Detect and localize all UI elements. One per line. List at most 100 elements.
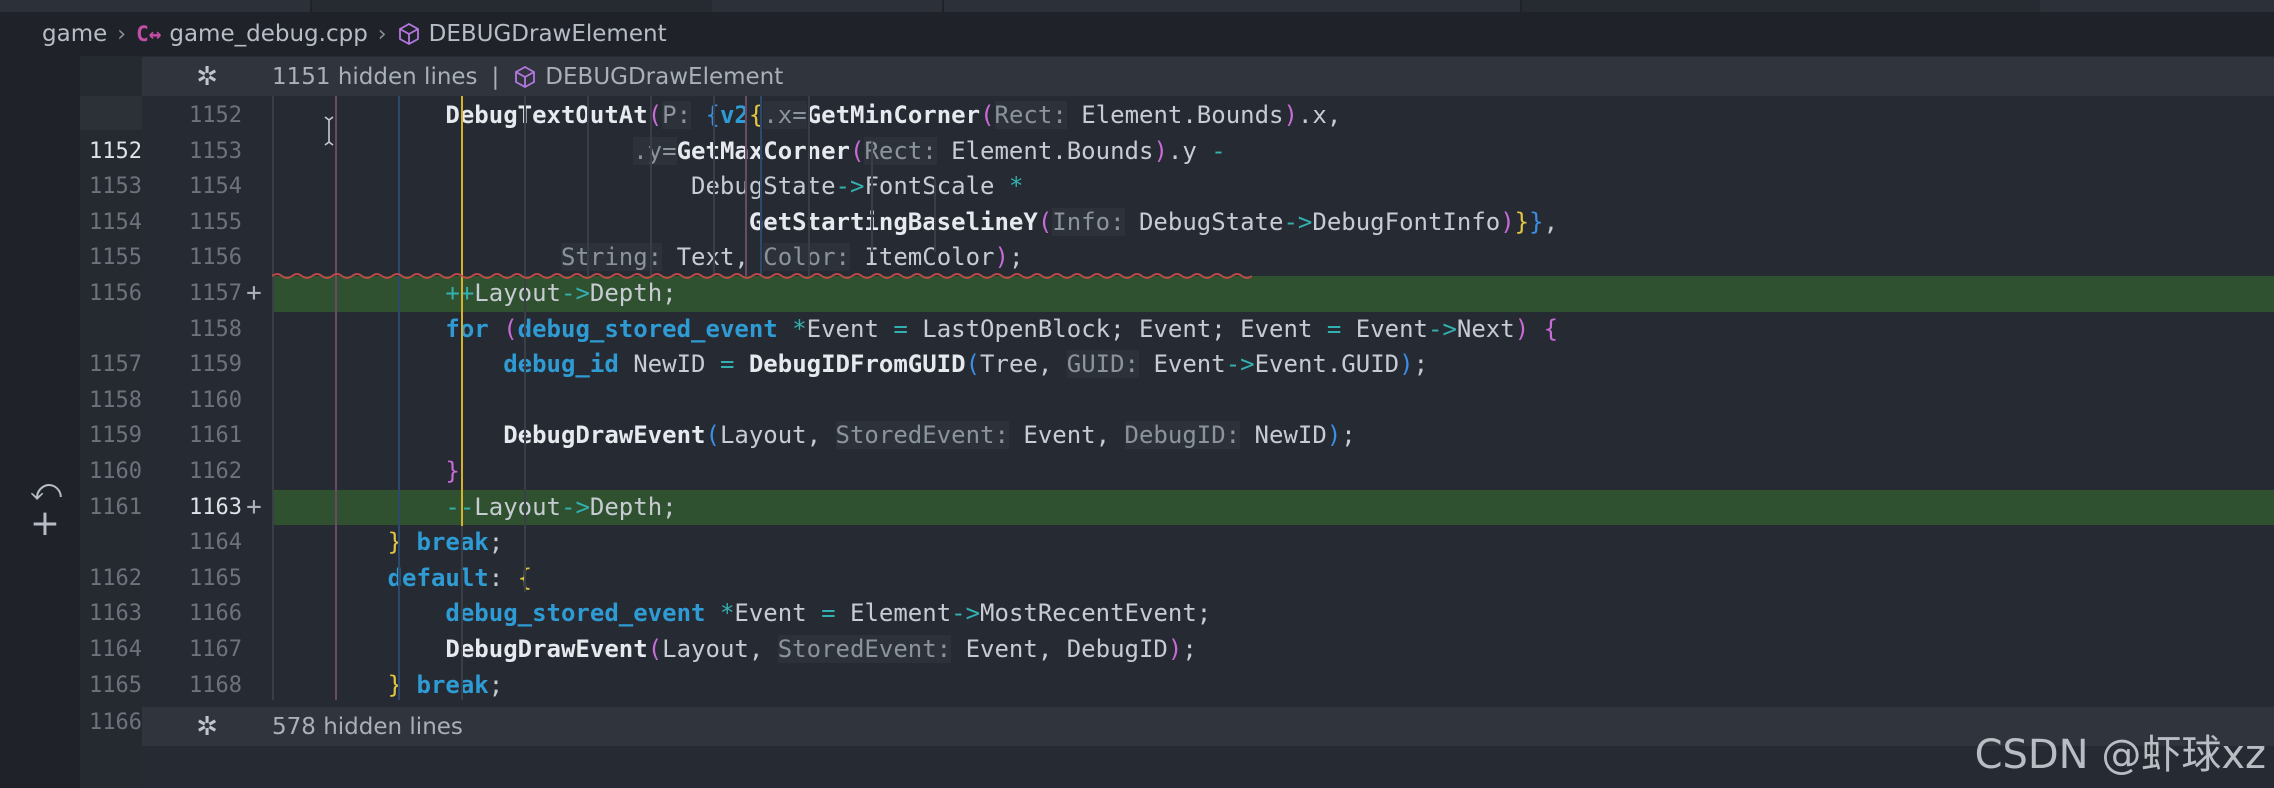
new-line-number: 1160 [189,387,242,413]
code-line[interactable]: 1163 1166 debug_stored_event *Event = Ele… [0,596,2274,632]
new-line-number: 1158 [189,316,242,342]
code-line[interactable]: 1155 1156 String: Text, Color: ItemColor)… [0,240,2274,276]
cpp-file-icon: C↔ [136,22,162,46]
breadcrumb-symbol[interactable]: DEBUGDrawElement [429,21,667,47]
breadcrumb-file[interactable]: game_debug.cpp [169,21,367,47]
code-text[interactable]: default: { [272,561,2274,597]
code-text[interactable]: debug_id NewID = DebugIDFromGUID(Tree, G… [272,347,2274,383]
code-line[interactable]: 1152 DebugTextOutAt(P: {v2{.x=GetMinCorn… [0,98,2274,134]
code-line[interactable]: 1157 1159 debug_id NewID = DebugIDFromGUI… [0,347,2274,383]
code-token: Depth; [589,279,677,307]
added-line[interactable]: 1161 1163 + --Layout->Depth; [0,489,2274,526]
code-token: Element.Bounds [1066,101,1284,129]
code-text[interactable]: String: Text, Color: ItemColor); [272,240,2274,276]
code-token: .y= [633,136,677,165]
tab[interactable] [2040,0,2274,12]
tab[interactable] [0,0,312,12]
code-line[interactable]: 1159 1161 DebugDrawEvent(Layout, StoredEv… [0,418,2274,454]
code-token: Layout [474,279,561,307]
indent-guide [587,96,589,276]
tab[interactable] [712,0,944,12]
code-text[interactable] [272,383,2274,419]
code-token: : [488,563,518,592]
code-text[interactable]: } [272,454,2274,490]
code-token: Layout, [719,421,836,450]
code-text[interactable]: --Layout->Depth; [272,489,2274,526]
old-line-number: 1165 [89,672,142,698]
old-line-number: 1159 [89,423,142,449]
code-token: P: [662,101,692,129]
revert-icon[interactable]: ⤺ [30,476,62,506]
code-line[interactable]: 1158 1160 [0,383,2274,419]
added-line[interactable]: 1156 1157 + ++Layout->Depth; [0,276,2274,312]
indent-guide [524,96,526,592]
code-token: DebugIDFromGUID [748,350,966,379]
code-line[interactable]: 1158 for (debug_stored_event *Event = La… [0,312,2274,348]
old-line-number: 1166 [89,710,142,735]
hidden-lines-symbol: DEBUGDrawElement [545,63,784,90]
text-cursor-icon [324,116,334,146]
code-token: ) [994,243,1009,272]
code-token: debug_stored_event [517,314,778,343]
code-text[interactable]: GetStartingBaselineY(Info: DebugState->D… [272,205,2274,241]
code-line[interactable]: 1160 1162 } [0,454,2274,490]
code-token: } [1514,207,1530,236]
code-text[interactable]: for (debug_stored_event *Event = LastOpe… [272,312,2274,348]
hidden-lines-bar-bottom[interactable]: ✲ 578 hidden lines [142,707,2274,746]
hidden-lines-bar-top[interactable]: ✲ 1151 hidden lines | DEBUGDrawElement [142,57,2274,96]
code-text[interactable]: debug_stored_event *Event = Element->Mos… [272,596,2274,632]
code-line[interactable]: 1153 1154 DebugState->FontScale * [0,169,2274,205]
code-text[interactable]: DebugTextOutAt(P: {v2{.x=GetMinCorner(Re… [272,98,2274,134]
code-line[interactable]: 1152 1153 .y=GetMaxCorner(Rect: Element.B… [0,134,2274,170]
code-token: = [1326,314,1342,343]
code-token: break [416,528,489,557]
indent-guide [871,142,873,252]
tab[interactable] [944,0,1522,12]
code-text[interactable]: } break; [272,525,2274,561]
code-token: debug_stored_event [445,599,706,628]
code-text[interactable]: .y=GetMaxCorner(Rect: Element.Bounds).y … [272,134,2274,170]
code-line[interactable]: 1165 1168 } break; [0,668,2274,704]
new-line-number: 1159 [189,352,242,378]
code-token: -- [445,492,475,521]
code-text[interactable]: DebugDrawEvent(Layout, StoredEvent: Even… [272,418,2274,454]
code-token: break [416,670,489,699]
code-token: default [387,563,489,592]
chevron-right-icon: › [117,21,127,47]
gear-fold-icon[interactable]: ✲ [142,712,272,742]
old-line-number: 1164 [89,637,142,662]
code-line[interactable]: 1154 1155 GetStartingBaselineY(Info: Debu… [0,205,2274,241]
code-token: Info: [1052,207,1125,236]
code-token: -> [1225,350,1255,379]
code-line[interactable]: 1162 1165 default: { [0,561,2274,597]
code-text[interactable]: ++Layout->Depth; [272,276,2274,312]
code-line[interactable]: 1164 } break; [0,525,2274,561]
hidden-lines-label: 1151 hidden lines [272,63,478,90]
code-text[interactable]: DebugDrawEvent(Layout, StoredEvent: Even… [272,632,2274,668]
code-token: ) [1326,421,1342,450]
code-token: String: [560,243,663,272]
code-token: ; [1341,421,1356,450]
indent-guide [745,96,747,276]
code-token: MostRecentEvent; [980,599,1212,628]
code-text[interactable]: } break; [272,668,2274,704]
code-text[interactable]: DebugState->FontScale * [272,169,2274,205]
old-line-number: 1155 [89,245,142,271]
plus-icon[interactable]: + [28,506,62,542]
code-token: - [1211,136,1226,165]
breadcrumb-folder[interactable]: game [42,21,107,47]
code-token: ; [488,528,504,557]
old-line-number: 1152 [89,138,142,164]
code-token: GetMinCorner [806,101,981,129]
code-line[interactable]: 1164 1167 DebugDrawEvent(Layout, StoredEv… [0,632,2274,668]
code-token: DebugState [1124,207,1284,236]
gear-fold-icon[interactable]: ✲ [142,62,272,92]
separator: | [491,63,500,90]
